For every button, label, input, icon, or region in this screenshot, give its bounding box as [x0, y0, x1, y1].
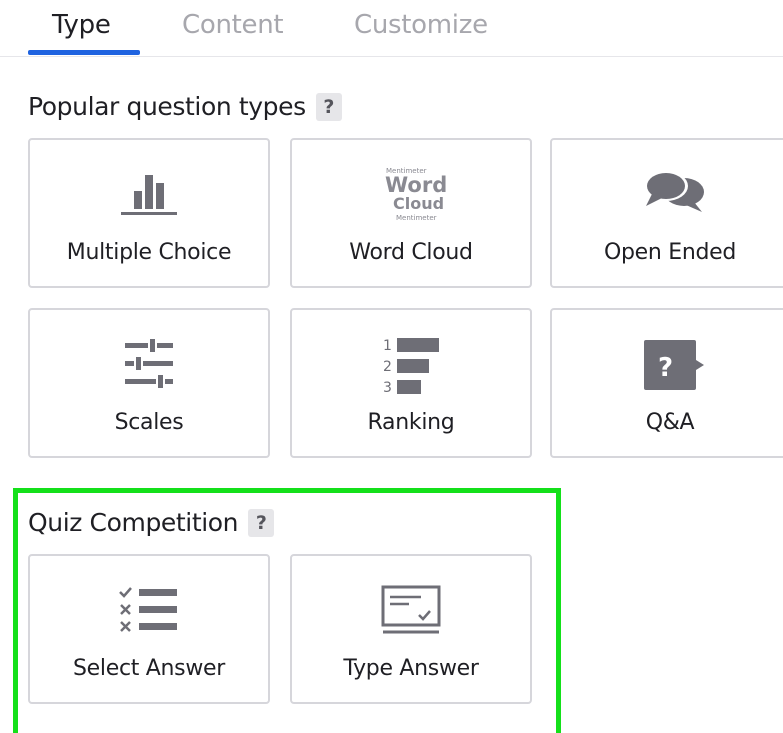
card-select-answer[interactable]: Select Answer [28, 554, 270, 704]
card-label: Multiple Choice [66, 240, 232, 265]
card-type-answer[interactable]: Type Answer [290, 554, 532, 704]
card-label: Word Cloud [349, 240, 473, 265]
word-cloud-icon-text-3: Cloud [393, 194, 444, 213]
popular-question-types-title: Popular question types [28, 92, 306, 121]
bar-chart-icon [30, 162, 268, 226]
card-ranking[interactable]: 1 2 3 Ranking [290, 308, 532, 458]
card-label: Type Answer [343, 656, 479, 681]
card-open-ended[interactable]: Open Ended [550, 138, 783, 288]
question-bubble-icon: ? [552, 332, 783, 396]
word-cloud-icon: Mentimeter Word Cloud Mentimeter [292, 162, 530, 226]
quiz-help-icon[interactable]: ? [248, 508, 275, 537]
card-multiple-choice[interactable]: Multiple Choice [28, 138, 270, 288]
card-word-cloud[interactable]: Mentimeter Word Cloud Mentimeter Word Cl… [290, 138, 532, 288]
card-label: Open Ended [603, 240, 737, 265]
quiz-competition-heading: Quiz Competition ? [28, 508, 275, 537]
tab-type[interactable]: Type [52, 10, 111, 40]
card-label: Scales [114, 410, 184, 435]
text-input-icon [292, 578, 530, 642]
card-label: Ranking [367, 410, 455, 435]
checklist-icon [30, 578, 268, 642]
card-qa[interactable]: ? Q&A [550, 308, 783, 458]
quiz-competition-title: Quiz Competition [28, 508, 239, 537]
popular-question-types-heading: Popular question types ? [28, 92, 342, 121]
speech-bubbles-icon [552, 162, 783, 226]
active-tab-indicator [28, 50, 140, 55]
word-cloud-icon-text-4: Mentimeter [396, 214, 437, 222]
card-scales[interactable]: Scales [28, 308, 270, 458]
qa-icon-mark: ? [658, 353, 673, 383]
ranking-number-2: 2 [383, 359, 392, 375]
ranking-number-1: 1 [383, 338, 392, 354]
ranking-icon: 1 2 3 [292, 332, 530, 396]
sliders-icon [30, 332, 268, 396]
card-label: Select Answer [73, 656, 225, 681]
ranking-number-3: 3 [383, 380, 392, 394]
popular-help-icon[interactable]: ? [315, 92, 342, 121]
tab-customize[interactable]: Customize [354, 10, 488, 40]
tab-content[interactable]: Content [182, 10, 284, 40]
tab-bar: Type Content Customize [0, 0, 783, 57]
card-label: Q&A [645, 410, 695, 435]
